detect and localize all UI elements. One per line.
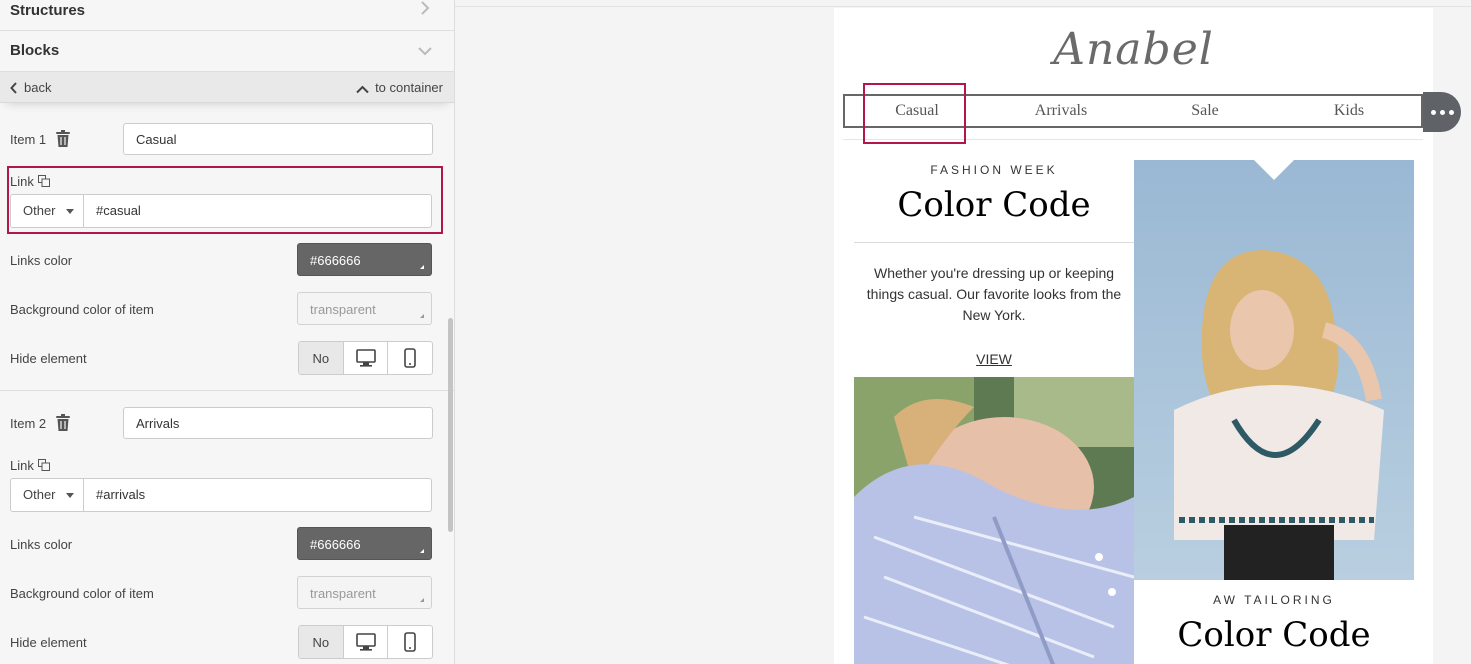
- item-2-link-label-text: Link: [10, 458, 34, 473]
- item-2-link-input[interactable]: #arrivals: [96, 479, 145, 511]
- item-2-bg-color-picker[interactable]: transparent: [297, 576, 432, 609]
- menu-item-arrivals[interactable]: Arrivals: [989, 96, 1133, 126]
- item-1-label: Item 1: [10, 132, 47, 147]
- item-1-links-color-value: #666666: [310, 253, 361, 268]
- item-2-link-type-value: Other: [23, 487, 56, 502]
- trash-icon[interactable]: [55, 130, 71, 148]
- to-container-label: to container: [375, 80, 443, 95]
- hide-no-option[interactable]: No: [299, 626, 344, 658]
- hide-no-option[interactable]: No: [299, 342, 344, 374]
- chevron-up-icon: [356, 85, 369, 94]
- mobile-icon: [404, 348, 416, 368]
- item-1-name-input[interactable]: Casual: [123, 123, 433, 155]
- panel-scrollbar[interactable]: [448, 318, 453, 532]
- chevron-right-icon: [421, 1, 430, 15]
- trash-icon[interactable]: [55, 414, 71, 432]
- panel-nav-bar: back to container: [0, 72, 454, 103]
- view-link[interactable]: VIEW: [854, 351, 1134, 367]
- back-button[interactable]: back: [10, 80, 51, 95]
- item-1-hide-label: Hide element: [10, 351, 87, 366]
- back-label: back: [24, 80, 52, 95]
- item-1-links-color-picker[interactable]: #666666: [297, 243, 432, 276]
- desktop-icon: [355, 349, 376, 367]
- item-2-name-input[interactable]: Arrivals: [123, 407, 433, 439]
- item-1-links-color-label: Links color: [10, 253, 73, 268]
- right-eyebrow: AW TAILORING: [1213, 593, 1335, 607]
- desktop-icon: [355, 633, 376, 651]
- fashion-photo-shirt: [854, 377, 1134, 664]
- chevron-down-icon: [418, 47, 432, 56]
- item-2-link-type-select[interactable]: Other: [11, 479, 84, 511]
- hide-desktop-option[interactable]: [344, 342, 389, 374]
- item-2-link-label: Link: [10, 458, 50, 473]
- item-divider: [0, 390, 454, 391]
- structures-title: Structures: [10, 2, 86, 19]
- more-icon: [1430, 109, 1436, 115]
- left-heading: Color Code: [897, 185, 1091, 225]
- more-options-button[interactable]: [1423, 92, 1461, 132]
- hide-desktop-option[interactable]: [344, 626, 389, 658]
- menu-item-sale[interactable]: Sale: [1133, 96, 1277, 126]
- blocks-accordion[interactable]: Blocks: [0, 31, 454, 72]
- menu-item-kids[interactable]: Kids: [1277, 96, 1421, 126]
- item-2-links-color-picker[interactable]: #666666: [297, 527, 432, 560]
- left-eyebrow: FASHION WEEK: [930, 163, 1058, 177]
- preview-top-divider: [455, 6, 1471, 7]
- item-2-hide-label: Hide element: [10, 635, 87, 650]
- picker-corner-icon: [420, 549, 424, 553]
- structures-accordion[interactable]: Structures: [0, 0, 454, 31]
- caret-down-icon: [66, 493, 74, 498]
- item-1-bg-color-label: Background color of item: [10, 302, 154, 317]
- fashion-photo-model: [1134, 160, 1414, 580]
- left-body-text: Whether you're dressing up or keeping th…: [866, 265, 1122, 323]
- to-container-button[interactable]: to container: [356, 80, 443, 95]
- item-2-link-field: Other #arrivals: [10, 478, 432, 512]
- settings-panel: Structures Blocks back to container Item…: [0, 0, 455, 664]
- item-2-bg-color-value: transparent: [310, 586, 376, 601]
- blocks-title: Blocks: [10, 42, 60, 59]
- chevron-left-icon: [10, 82, 17, 94]
- email-preview-area: Anabel Casual Arrivals Sale Kids FASHION…: [455, 0, 1471, 664]
- highlight-box-menu-item: [863, 83, 966, 144]
- brand-logo: Anabel: [1053, 24, 1214, 75]
- mobile-icon: [404, 632, 416, 652]
- right-heading: Color Code: [1177, 615, 1371, 655]
- picker-corner-icon: [420, 598, 424, 602]
- left-column-divider: [854, 242, 1134, 243]
- highlight-box-link: [7, 166, 443, 234]
- copy-icon[interactable]: [37, 459, 50, 471]
- picker-corner-icon: [420, 265, 424, 269]
- item-1-bg-color-value: transparent: [310, 302, 376, 317]
- item-2-label: Item 2: [10, 416, 47, 431]
- hide-mobile-option[interactable]: [388, 342, 432, 374]
- hide-mobile-option[interactable]: [388, 626, 432, 658]
- item-2-bg-color-label: Background color of item: [10, 586, 154, 601]
- item-1-bg-color-picker[interactable]: transparent: [297, 292, 432, 325]
- item-2-links-color-value: #666666: [310, 537, 361, 552]
- item-2-hide-toggle: No: [298, 625, 433, 659]
- item-2-links-color-label: Links color: [10, 537, 73, 552]
- picker-corner-icon: [420, 314, 424, 318]
- item-1-hide-toggle: No: [298, 341, 433, 375]
